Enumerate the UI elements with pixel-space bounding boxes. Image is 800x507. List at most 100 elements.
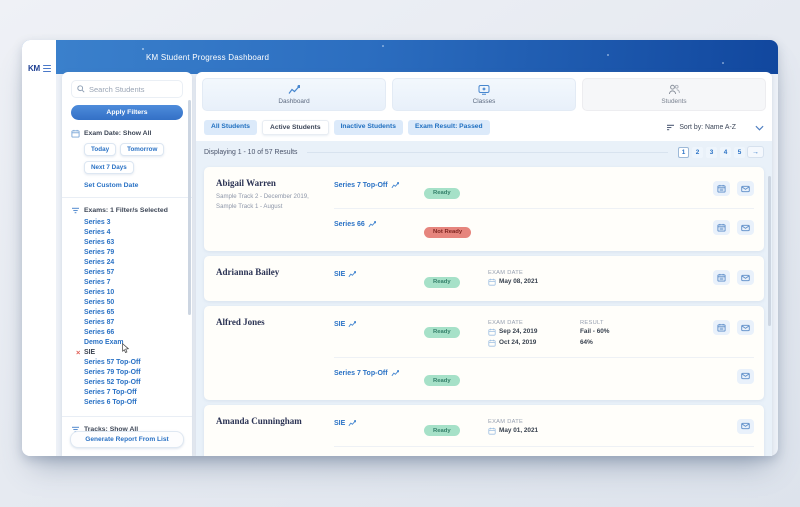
mail-button[interactable] xyxy=(737,419,754,434)
chevron-down-icon[interactable] xyxy=(755,125,764,131)
exam-link[interactable]: Series 7 Top-Off xyxy=(334,368,424,377)
mail-button[interactable] xyxy=(737,369,754,384)
calendar-button[interactable] xyxy=(713,220,730,235)
exam-name: SIE xyxy=(334,271,345,278)
sidebar-exam-item-label: Series 57 xyxy=(84,269,114,276)
trend-icon xyxy=(368,221,376,228)
mail-button[interactable] xyxy=(737,220,754,235)
status-badge-col: Ready xyxy=(424,418,488,437)
exams-filter-section: Exams: 1 Filter/s Selected xyxy=(71,207,183,214)
page-button[interactable]: 4 xyxy=(720,147,731,158)
student-exam-row: SIEReadyEXAM DATESep 24, 2019Oct 24, 201… xyxy=(334,314,754,353)
exam-dates-col: EXAM DATEMay 08, 2021 xyxy=(488,269,580,287)
sort-control[interactable]: Sort by: Name A-Z xyxy=(666,124,736,131)
remove-filter-icon[interactable]: × xyxy=(76,348,80,358)
trend-icon xyxy=(348,271,356,278)
student-name-col: Adrianna Bailey xyxy=(216,264,334,293)
page-button[interactable]: 1 xyxy=(678,147,689,158)
sidebar-exam-item[interactable]: Series 63 xyxy=(84,238,183,248)
filter-chips-row: All Students Active Students Inactive Stud… xyxy=(196,117,772,141)
sidebar-exam-item[interactable]: ×SIE xyxy=(84,348,183,358)
exam-date: May 08, 2021 xyxy=(488,278,580,287)
search-icon xyxy=(77,85,85,93)
sidebar-exam-item[interactable]: Series 57 Top-Off xyxy=(84,358,183,368)
row-actions xyxy=(713,319,754,335)
sidebar-scrollbar[interactable] xyxy=(188,100,191,315)
set-custom-date-link[interactable]: Set Custom Date xyxy=(84,182,183,189)
sidebar-exam-item[interactable]: Series 6 Top-Off xyxy=(84,398,183,408)
app-window: KM Student Progress Dashboard KM Apply F… xyxy=(22,40,778,456)
search-students-field[interactable] xyxy=(71,80,183,98)
sidebar-exam-item[interactable]: Series 10 xyxy=(84,288,183,298)
exam-link[interactable]: Series 66 xyxy=(334,219,424,228)
student-card: Amanda CunninghamSIEReadyEXAM DATEMay 01… xyxy=(204,405,764,456)
exam-dates-col: EXAM DATESep 24, 2019Oct 24, 2019 xyxy=(488,319,580,348)
calendar-button[interactable] xyxy=(713,181,730,196)
filters-sidebar: Apply Filters Exam Date: Show All Today … xyxy=(62,72,192,456)
sidebar-exam-item[interactable]: Series 79 Top-Off xyxy=(84,368,183,378)
sidebar-exam-item[interactable]: Series 3 xyxy=(84,218,183,228)
sidebar-exam-item-label: SIE xyxy=(84,349,95,356)
status-badge-col: Ready xyxy=(424,269,488,288)
sidebar-exam-item-label: Series 3 xyxy=(84,219,110,226)
next-7-days-button[interactable]: Next 7 Days xyxy=(84,161,134,174)
exam-link[interactable]: SIE xyxy=(334,319,424,328)
sidebar-exam-item[interactable]: Series 79 xyxy=(84,248,183,258)
mail-button[interactable] xyxy=(737,181,754,196)
tomorrow-button[interactable]: Tomorrow xyxy=(120,143,164,156)
student-name-col: Abigail WarrenSample Track 2 - December … xyxy=(216,175,334,243)
sidebar-exam-item[interactable]: Series 24 xyxy=(84,258,183,268)
tab-dashboard[interactable]: Dashboard xyxy=(202,78,386,111)
sort-icon xyxy=(666,124,675,131)
student-exam-row: SIEReadyEXAM DATEMay 01, 2021 xyxy=(334,413,754,442)
sidebar-exam-item[interactable]: Series 50 xyxy=(84,298,183,308)
sidebar-exam-item[interactable]: Series 7 xyxy=(84,278,183,288)
main-scrollbar[interactable] xyxy=(768,176,771,326)
exam-link[interactable]: SIE xyxy=(334,418,424,427)
main-panel: DashboardClassesStudents All Students Act… xyxy=(196,72,772,456)
hamburger-menu-icon[interactable] xyxy=(43,65,51,72)
today-button[interactable]: Today xyxy=(84,143,116,156)
sidebar-exam-item[interactable]: Series 4 xyxy=(84,228,183,238)
mail-button[interactable] xyxy=(737,320,754,335)
status-badge-col: Not Ready xyxy=(424,219,488,238)
page-button[interactable]: 5 xyxy=(734,147,745,158)
row-actions xyxy=(737,418,754,434)
sidebar-exam-item[interactable]: Series 7 Top-Off xyxy=(84,388,183,398)
next-page-button[interactable]: → xyxy=(747,146,764,158)
filter-chip[interactable]: All Students xyxy=(204,120,257,135)
student-exams: SIE ReadyEXAM DATEMay 08, 2021 xyxy=(334,264,754,293)
trend-icon xyxy=(348,321,356,328)
tab-students[interactable]: Students xyxy=(582,78,766,111)
sidebar-exam-item[interactable]: Demo Exam xyxy=(84,338,183,348)
filter-chip[interactable]: Active Students xyxy=(262,120,329,135)
exam-date-value: Oct 24, 2019 xyxy=(499,339,536,348)
sidebar-exam-item[interactable]: Series 52 Top-Off xyxy=(84,378,183,388)
sidebar-exam-item[interactable]: Series 87 xyxy=(84,318,183,328)
calendar-icon xyxy=(488,328,496,336)
search-input[interactable] xyxy=(89,85,177,94)
page-button[interactable]: 3 xyxy=(706,147,717,158)
sidebar-exam-item-label: Series 24 xyxy=(84,259,114,266)
sidebar-exam-item[interactable]: Series 57 xyxy=(84,268,183,278)
filter-chip[interactable]: Inactive Students xyxy=(334,120,403,135)
student-exam-row: SIE ReadyEXAM DATEMay 08, 2021 xyxy=(334,264,754,293)
exam-date-label: EXAM DATE xyxy=(488,320,580,326)
filter-chip[interactable]: Exam Result: Passed xyxy=(408,120,490,135)
apply-filters-button[interactable]: Apply Filters xyxy=(71,105,183,120)
mail-button[interactable] xyxy=(737,270,754,285)
tab-classes[interactable]: Classes xyxy=(392,78,576,111)
exam-date-value: May 01, 2021 xyxy=(499,427,538,436)
exam-link[interactable]: SIE xyxy=(334,269,424,278)
calendar-button[interactable] xyxy=(713,270,730,285)
calendar-button[interactable] xyxy=(713,320,730,335)
page-button[interactable]: 2 xyxy=(692,147,703,158)
exam-link[interactable]: Series 7 Top-Off xyxy=(334,180,424,189)
sidebar-exam-item-label: Series 4 xyxy=(84,229,110,236)
generate-report-button[interactable]: Generate Report From List xyxy=(70,431,184,448)
exam-name: Series 7 Top-Off xyxy=(334,370,388,377)
sidebar-exam-item[interactable]: Series 66 xyxy=(84,328,183,338)
result-value: 64% xyxy=(580,339,652,348)
sidebar-exam-item[interactable]: Series 65 xyxy=(84,308,183,318)
row-actions xyxy=(713,219,754,235)
